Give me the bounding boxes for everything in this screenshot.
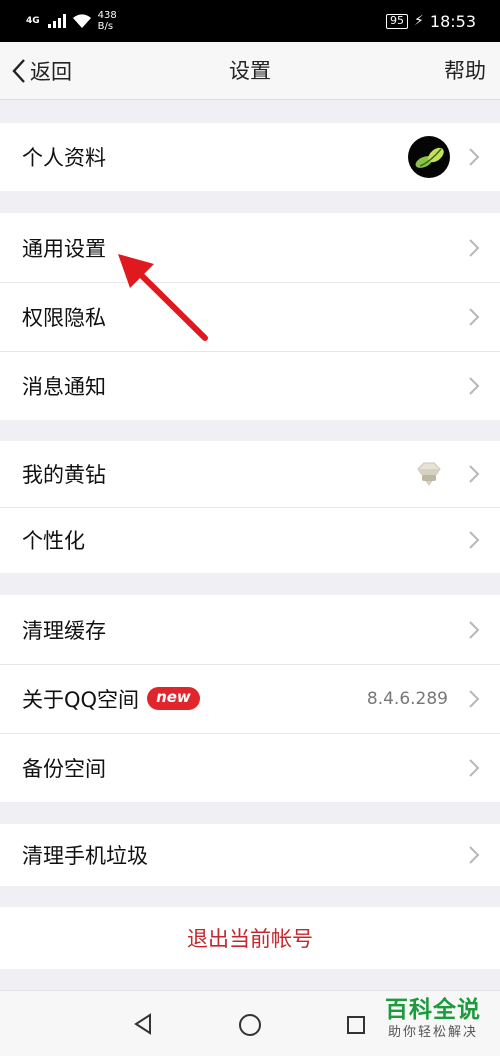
charging-icon: ⚡ <box>414 13 424 29</box>
group-vip: 我的黄钻 个性化 <box>0 441 500 573</box>
help-button[interactable]: 帮助 <box>444 42 486 100</box>
group-storage: 清理缓存 关于QQ空间 new 8.4.6.289 备份空间 <box>0 595 500 802</box>
row-backup[interactable]: 备份空间 <box>0 733 500 802</box>
chevron-right-icon <box>469 376 480 395</box>
row-clear-cache[interactable]: 清理缓存 <box>0 595 500 664</box>
nav-home-icon[interactable] <box>238 1013 262 1037</box>
wifi-icon <box>72 14 91 28</box>
new-badge: new <box>147 687 200 710</box>
about-text: 关于QQ空间 <box>22 687 140 712</box>
speed-value: 438 <box>97 10 117 21</box>
group-clean: 清理手机垃圾 <box>0 824 500 886</box>
logout-label: 退出当前帐号 <box>187 927 313 951</box>
watermark: 百科全说 助你轻松解决 <box>378 996 488 1042</box>
row-profile-label: 个人资料 <box>22 146 106 170</box>
chevron-right-icon <box>469 689 480 708</box>
chevron-right-icon <box>469 238 480 257</box>
diamond-icon <box>417 462 441 486</box>
row-yellow-diamond-label: 我的黄钻 <box>22 463 106 487</box>
row-personalize[interactable]: 个性化 <box>0 507 500 573</box>
row-notifications[interactable]: 消息通知 <box>0 351 500 420</box>
chevron-right-icon <box>469 465 480 483</box>
watermark-title: 百科全说 <box>385 997 481 1023</box>
group-settings: 通用设置 权限隐私 消息通知 <box>0 213 500 420</box>
watermark-subtitle: 助你轻松解决 <box>387 1025 478 1040</box>
signal-icon <box>47 14 66 28</box>
back-label: 返回 <box>30 60 72 84</box>
avatar <box>408 136 450 178</box>
battery-icon: 95 <box>386 13 409 29</box>
chevron-left-icon <box>12 59 25 83</box>
nav-back-icon[interactable] <box>132 1013 154 1035</box>
row-privacy-label: 权限隐私 <box>22 305 106 330</box>
page-title: 设置 <box>229 59 271 83</box>
row-personalize-label: 个性化 <box>22 529 85 553</box>
row-clean-phone-label: 清理手机垃圾 <box>22 844 148 868</box>
row-profile[interactable]: 个人资料 <box>0 123 500 191</box>
clock: 18:53 <box>429 11 476 31</box>
title-bar: 返回 设置 帮助 <box>0 42 500 100</box>
chevron-right-icon <box>469 620 480 639</box>
row-privacy[interactable]: 权限隐私 <box>0 282 500 351</box>
status-bar: 4G 438 B/s 95 ⚡ 18:53 <box>0 0 500 42</box>
row-general-settings[interactable]: 通用设置 <box>0 213 500 282</box>
speed-unit: B/s <box>97 21 114 32</box>
row-clean-phone[interactable]: 清理手机垃圾 <box>0 824 500 886</box>
chevron-right-icon <box>469 758 480 777</box>
chevron-right-icon <box>469 148 480 166</box>
group-profile: 个人资料 <box>0 123 500 191</box>
row-clear-cache-label: 清理缓存 <box>22 618 106 643</box>
version-number: 8.4.6.289 <box>366 688 448 709</box>
network-type: 4G <box>26 15 40 26</box>
nav-recent-icon[interactable] <box>346 1015 366 1035</box>
status-left: 4G 438 B/s <box>26 10 117 32</box>
chevron-right-icon <box>469 531 480 549</box>
chevron-right-icon <box>469 846 480 864</box>
logout-button[interactable]: 退出当前帐号 <box>0 907 500 969</box>
avatar-image <box>415 147 444 168</box>
status-right: 95 ⚡ 18:53 <box>386 12 476 31</box>
row-about[interactable]: 关于QQ空间 new 8.4.6.289 <box>0 664 500 733</box>
row-about-label: 关于QQ空间 new <box>22 684 200 714</box>
network-speed: 438 B/s <box>98 10 117 32</box>
row-yellow-diamond[interactable]: 我的黄钻 <box>0 441 500 507</box>
chevron-right-icon <box>469 307 480 326</box>
group-logout: 退出当前帐号 <box>0 907 500 969</box>
row-notify-label: 消息通知 <box>22 374 106 399</box>
row-general-label: 通用设置 <box>22 236 106 261</box>
row-backup-label: 备份空间 <box>22 756 106 781</box>
back-button[interactable]: 返回 <box>12 42 72 100</box>
